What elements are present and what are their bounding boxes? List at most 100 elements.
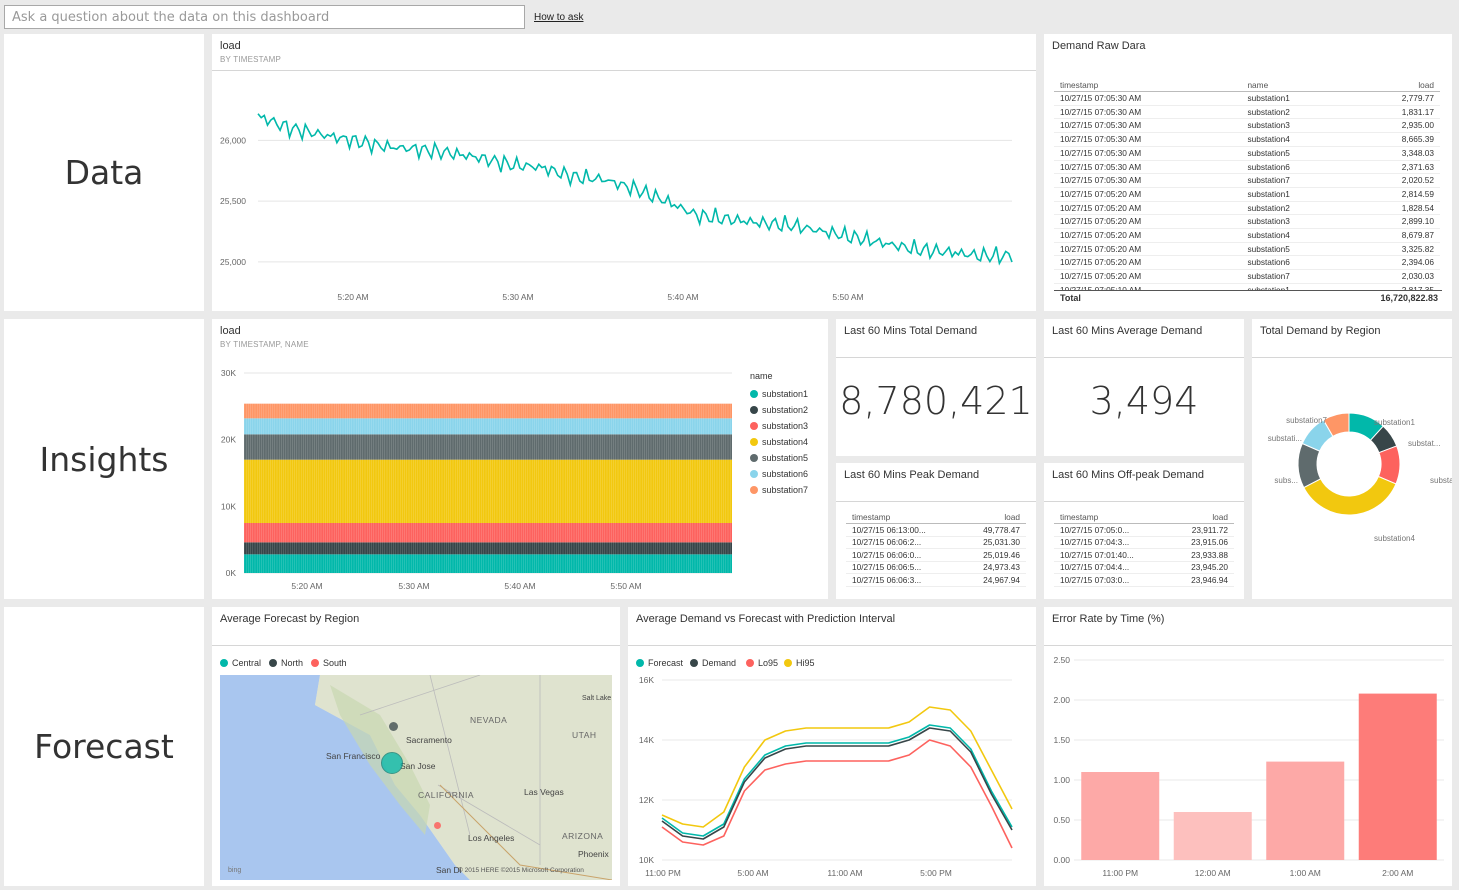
kpi-total-tile[interactable]: Last 60 Mins Total Demand 8,780,421 bbox=[836, 319, 1036, 456]
x-tick-label: 5:30 AM bbox=[502, 292, 533, 302]
legend-label: substation4 bbox=[762, 437, 809, 447]
x-tick-label: 12:00 AM bbox=[1195, 868, 1231, 878]
table-row[interactable]: 10/27/15 07:05:20 AM substation5 3,325.82 bbox=[1054, 242, 1440, 257]
table-row[interactable]: 10/27/15 06:13:00... 49,778.47 bbox=[846, 523, 1026, 537]
legend-item-demand[interactable]: Demand bbox=[690, 658, 736, 668]
table-row[interactable]: 10/27/15 07:05:30 AM substation5 3,348.03 bbox=[1054, 146, 1440, 161]
map-bubble-central[interactable] bbox=[381, 752, 403, 774]
legend-item-substation6[interactable]: substation6 bbox=[750, 469, 808, 479]
table-row[interactable]: 10/27/15 07:05:20 AM substation1 2,814.59 bbox=[1054, 187, 1440, 202]
legend-label: Forecast bbox=[648, 658, 684, 668]
y-tick-label: 20K bbox=[221, 435, 236, 445]
donut-label: subs... bbox=[1274, 476, 1298, 485]
legend-item-substation3[interactable]: substation3 bbox=[750, 421, 808, 431]
y-tick-label: 10K bbox=[639, 855, 654, 865]
map-bubble-south[interactable] bbox=[434, 822, 441, 829]
table-row[interactable]: 10/27/15 07:05:30 AM substation2 1,831.17 bbox=[1054, 105, 1440, 120]
table-row[interactable]: 10/27/15 07:05:20 AM substation4 8,679.87 bbox=[1054, 228, 1440, 243]
table-row[interactable]: 10/27/15 07:04:4... 23,945.20 bbox=[1054, 561, 1234, 574]
legend-item-substation2[interactable]: substation2 bbox=[750, 405, 808, 415]
legend-item-substation5[interactable]: substation5 bbox=[750, 453, 808, 463]
table-cell: substation4 bbox=[1241, 228, 1351, 243]
legend-item-lo95[interactable]: Lo95 bbox=[746, 658, 778, 668]
table-row[interactable]: 10/27/15 06:06:2... 25,031.30 bbox=[846, 536, 1026, 549]
map-canvas[interactable]: NEVADA UTAH CALIFORNIA ARIZONA Sacrament… bbox=[220, 675, 612, 880]
legend-item-forecast[interactable]: Forecast bbox=[636, 658, 683, 668]
col-timestamp[interactable]: timestamp bbox=[1054, 79, 1242, 92]
forecast-tile[interactable]: Average Demand vs Forecast with Predicti… bbox=[628, 607, 1036, 886]
donut-tile[interactable]: Total Demand by Region substation1 substa… bbox=[1252, 319, 1452, 599]
map-label-san-francisco: San Francisco bbox=[326, 751, 381, 761]
table-row[interactable]: 10/27/15 06:06:5... 24,973.43 bbox=[846, 561, 1026, 574]
qa-search-bar[interactable] bbox=[4, 5, 525, 29]
load-line-chart: 26,000 25,500 25,000 5:20 AM 5:30 AM 5:40 AM 5… bbox=[220, 113, 1013, 302]
legend-label: Hi95 bbox=[796, 658, 815, 668]
table-cell: 10/27/15 07:05:30 AM bbox=[1054, 118, 1242, 134]
raw-data-tile[interactable]: Demand Raw Dara timestamp name load 10/2… bbox=[1044, 34, 1452, 311]
table-row[interactable]: 10/27/15 06:06:3... 24,967.94 bbox=[846, 573, 1026, 587]
table-row[interactable]: 10/27/15 07:05:30 AM substation1 2,779.77 bbox=[1054, 91, 1440, 106]
x-tick-label: 5:50 AM bbox=[832, 292, 863, 302]
table-row[interactable]: 10/27/15 07:05:30 AM substation7 2,020.52 bbox=[1054, 173, 1440, 188]
table-row[interactable]: 10/27/15 07:04:3... 23,915.06 bbox=[1054, 536, 1234, 549]
col-load[interactable]: load bbox=[1168, 511, 1234, 524]
x-tick-label: 5:20 AM bbox=[337, 292, 368, 302]
section-data-tile[interactable]: Data bbox=[4, 34, 204, 311]
col-timestamp[interactable]: timestamp bbox=[846, 511, 961, 524]
how-to-ask-link[interactable]: How to ask bbox=[534, 12, 583, 23]
legend-label: substation5 bbox=[762, 453, 809, 463]
table-cell: 10/27/15 07:05:30 AM bbox=[1054, 173, 1242, 188]
table-row[interactable]: 10/27/15 07:05:20 AM substation7 2,030.03 bbox=[1054, 269, 1440, 284]
table-cell: substation5 bbox=[1241, 146, 1351, 161]
table-cell: substation1 bbox=[1241, 91, 1351, 106]
legend-item-substation4[interactable]: substation4 bbox=[750, 437, 808, 447]
col-name[interactable]: name bbox=[1241, 79, 1351, 92]
legend-dot bbox=[746, 659, 754, 667]
stacked-load-tile[interactable]: load BY TIMESTAMP, NAME 30K 20K 10K 0K 5:20 … bbox=[212, 319, 828, 599]
table-row[interactable]: 10/27/15 06:06:0... 25,019.46 bbox=[846, 548, 1026, 562]
section-forecast-tile[interactable]: Forecast bbox=[4, 607, 204, 886]
table-row[interactable]: 10/27/15 07:03:0... 23,946.94 bbox=[1054, 573, 1234, 587]
kpi-average-tile[interactable]: Last 60 Mins Average Demand 3,494 bbox=[1044, 319, 1244, 456]
table-row[interactable]: 10/27/15 07:05:30 AM substation4 8,665.39 bbox=[1054, 132, 1440, 147]
table-row[interactable]: 10/27/15 07:05:0... 23,911.72 bbox=[1054, 523, 1234, 537]
col-load[interactable]: load bbox=[960, 511, 1026, 524]
table-row[interactable]: 10/27/15 07:01:40... 23,933.88 bbox=[1054, 548, 1234, 562]
table-cell: 10/27/15 07:05:20 AM bbox=[1054, 242, 1242, 257]
table-cell: 10/27/15 06:06:5... bbox=[846, 561, 961, 574]
map-label-california: CALIFORNIA bbox=[418, 790, 475, 800]
col-load[interactable]: load bbox=[1350, 79, 1440, 92]
table-row[interactable]: 10/27/15 07:05:20 AM substation6 2,394.06 bbox=[1054, 255, 1440, 271]
y-tick-label: 1.00 bbox=[1053, 775, 1070, 785]
table-row[interactable]: 10/27/15 07:05:20 AM substation3 2,899.10 bbox=[1054, 214, 1440, 230]
legend-item-substation7[interactable]: substation7 bbox=[750, 485, 808, 495]
map-label-nevada: NEVADA bbox=[470, 715, 508, 725]
legend-dot bbox=[750, 406, 758, 414]
legend-item-hi95[interactable]: Hi95 bbox=[784, 658, 815, 668]
offpeak-demand-tile[interactable]: Last 60 Mins Off-peak Demand timestamp l… bbox=[1044, 463, 1244, 599]
table-row[interactable]: 10/27/15 07:05:20 AM substation2 1,828.54 bbox=[1054, 201, 1440, 216]
legend-label: substation2 bbox=[762, 405, 809, 415]
legend-item-north[interactable]: North bbox=[269, 658, 303, 668]
legend-item-substation1[interactable]: substation1 bbox=[750, 389, 808, 399]
table-row[interactable]: 10/27/15 07:05:30 AM substation6 2,371.63 bbox=[1054, 160, 1440, 175]
legend-dot bbox=[220, 659, 228, 667]
load-line-tile[interactable]: load BY TIMESTAMP 26,000 25,500 25,000 5:20… bbox=[212, 34, 1036, 311]
map-tile[interactable]: Average Forecast by Region Central North S… bbox=[212, 607, 620, 886]
legend-label: substation3 bbox=[762, 421, 809, 431]
qa-input[interactable] bbox=[5, 6, 524, 28]
error-rate-tile[interactable]: Error Rate by Time (%) 2.50 2.00 1.50 1.00 0… bbox=[1044, 607, 1452, 886]
table-row[interactable]: 10/27/15 07:05:30 AM substation3 2,935.00 bbox=[1054, 118, 1440, 134]
y-tick-label: 26,000 bbox=[220, 135, 246, 145]
map-label-los-angeles: Los Angeles bbox=[468, 833, 515, 843]
col-timestamp[interactable]: timestamp bbox=[1054, 511, 1169, 524]
table-cell: substation5 bbox=[1241, 242, 1351, 257]
legend-item-south[interactable]: South bbox=[311, 658, 347, 668]
table-cell: 2,935.00 bbox=[1350, 118, 1440, 134]
legend-item-central[interactable]: Central bbox=[220, 658, 261, 668]
table-cell: 10/27/15 07:05:20 AM bbox=[1054, 255, 1242, 271]
peak-demand-tile[interactable]: Last 60 Mins Peak Demand timestamp load … bbox=[836, 463, 1036, 599]
map-bubble-north[interactable] bbox=[389, 722, 398, 731]
section-insights-tile[interactable]: Insights bbox=[4, 319, 204, 599]
table-cell: 10/27/15 07:05:0... bbox=[1054, 523, 1169, 537]
